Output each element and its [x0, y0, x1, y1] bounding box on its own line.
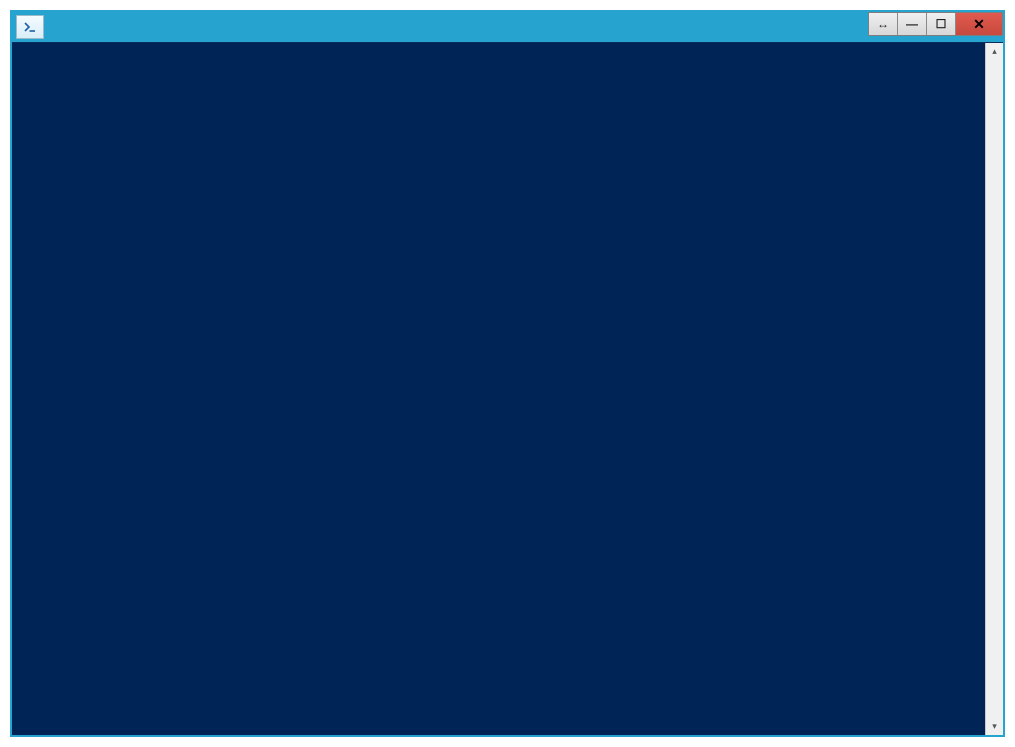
powershell-window: ↔ — ☐ ✕ ▴ ▾: [10, 10, 1005, 737]
scroll-up-button[interactable]: ▴: [986, 43, 1003, 60]
terminal-output[interactable]: [12, 43, 986, 735]
expand-icon: ↔: [877, 17, 889, 31]
minimize-icon: —: [906, 17, 918, 31]
window-controls: ↔ — ☐ ✕: [868, 12, 1003, 36]
expand-button[interactable]: ↔: [869, 13, 898, 35]
app-icon: [16, 15, 44, 39]
minimize-button[interactable]: —: [898, 13, 927, 35]
scroll-track[interactable]: [986, 60, 1003, 718]
console-area: ▴ ▾: [12, 42, 1003, 735]
close-icon: ✕: [973, 16, 985, 33]
scroll-down-button[interactable]: ▾: [986, 718, 1003, 735]
close-button[interactable]: ✕: [956, 13, 1002, 35]
title-bar[interactable]: ↔ — ☐ ✕: [12, 12, 1003, 42]
maximize-icon: ☐: [936, 17, 947, 31]
vertical-scrollbar[interactable]: ▴ ▾: [985, 43, 1003, 735]
maximize-button[interactable]: ☐: [927, 13, 956, 35]
